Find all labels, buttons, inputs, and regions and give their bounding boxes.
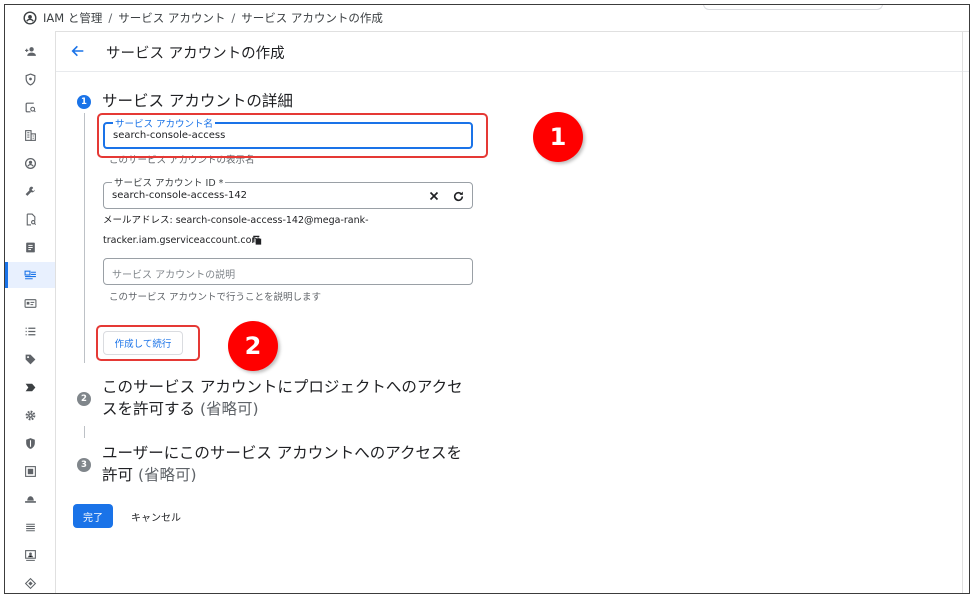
service-account-description-hint: このサービス アカウントで行うことを説明します xyxy=(109,292,322,303)
sidebar-item-shield[interactable] xyxy=(5,66,55,92)
building-icon xyxy=(24,129,36,141)
sidebar-item-search-account[interactable] xyxy=(5,94,55,120)
step-2-title-text: スを許可する xyxy=(102,400,196,418)
step-connector xyxy=(84,113,85,363)
service-account-description-field[interactable]: サービス アカウントの説明 xyxy=(103,258,473,285)
label-arrow-icon xyxy=(25,383,35,391)
service-account-icon xyxy=(24,270,36,279)
service-account-id-field[interactable]: サービス アカウント ID * search-console-access-14… xyxy=(103,175,473,209)
sidebar-item-settings[interactable] xyxy=(5,402,55,428)
lines-icon xyxy=(25,523,35,531)
sidebar xyxy=(5,31,56,593)
step-2-title[interactable]: このサービス アカウントにプロジェクトへのアクセ スを許可する (省略可) xyxy=(102,376,482,420)
sidebar-item-id-card[interactable] xyxy=(5,290,55,316)
sidebar-item-list[interactable] xyxy=(5,318,55,344)
step-2-title-line-2: スを許可する (省略可) xyxy=(102,398,482,420)
breadcrumb: IAM と管理 / サービス アカウント / サービス アカウントの作成 xyxy=(23,10,383,26)
sidebar-item-wrench[interactable] xyxy=(5,178,55,204)
top-bar: IAM と管理 / サービス アカウント / サービス アカウントの作成 xyxy=(5,5,969,32)
diamond-icon xyxy=(24,577,36,589)
done-button[interactable]: 完了 xyxy=(73,504,113,528)
step-3-optional: (省略可) xyxy=(137,466,197,484)
back-arrow-icon[interactable] xyxy=(70,43,86,59)
sidebar-item-label-arrow[interactable] xyxy=(5,374,55,400)
search-box[interactable] xyxy=(703,5,883,10)
note-icon xyxy=(25,242,35,252)
list-icon xyxy=(25,327,35,335)
person-add-icon xyxy=(24,46,36,56)
sidebar-item-hat[interactable] xyxy=(5,486,55,512)
search-account-icon xyxy=(25,102,36,112)
sidebar-item-account-circle[interactable] xyxy=(5,150,55,176)
breadcrumb-item-create: サービス アカウントの作成 xyxy=(241,11,383,25)
annotation-marker-1: 1 xyxy=(533,112,583,162)
right-scroll-edge xyxy=(962,31,969,593)
sidebar-item-tag[interactable] xyxy=(5,346,55,372)
screen-icon xyxy=(24,465,36,477)
sidebar-item-diamond[interactable] xyxy=(5,570,55,593)
shield-icon xyxy=(25,72,35,86)
step-3-title-line-2: 許可 (省略可) xyxy=(102,464,482,486)
step-3-indicator: 3 xyxy=(77,458,91,472)
sidebar-item-building[interactable] xyxy=(5,122,55,148)
step-2-optional: (省略可) xyxy=(199,400,259,418)
document-search-icon xyxy=(26,213,36,225)
service-account-id-label: サービス アカウント ID * xyxy=(112,175,226,189)
breadcrumb-item-iam[interactable]: IAM と管理 xyxy=(43,10,102,26)
annotation-highlight-1 xyxy=(97,113,488,158)
email-line-2: tracker.iam.gserviceaccount.com xyxy=(103,235,261,246)
copy-email-button[interactable] xyxy=(250,233,264,247)
sidebar-item-person-add[interactable] xyxy=(5,38,55,64)
hat-icon xyxy=(24,495,36,503)
close-icon xyxy=(429,191,439,201)
service-account-id-value: search-console-access-142 xyxy=(112,190,248,201)
gear-icon xyxy=(25,410,35,420)
step-3-title[interactable]: ユーザーにこのサービス アカウントへのアクセスを 許可 (省略可) xyxy=(102,442,482,486)
page-title: サービス アカウントの作成 xyxy=(106,46,285,62)
sidebar-item-note[interactable] xyxy=(5,234,55,260)
sidebar-item-security[interactable] xyxy=(5,430,55,456)
step-2-indicator: 2 xyxy=(77,392,91,406)
presentation-icon xyxy=(24,549,36,561)
account-circle-icon xyxy=(24,157,36,169)
id-card-icon xyxy=(24,298,36,308)
wrench-icon xyxy=(25,186,35,196)
sidebar-item-screen[interactable] xyxy=(5,458,55,484)
breadcrumb-item-service-accounts[interactable]: サービス アカウント xyxy=(118,10,225,26)
step-1-title[interactable]: サービス アカウントの詳細 xyxy=(102,90,293,112)
clear-id-button[interactable] xyxy=(426,188,442,204)
copy-icon xyxy=(252,235,261,245)
page-header: サービス アカウントの作成 xyxy=(56,31,969,72)
breadcrumb-separator: / xyxy=(108,11,113,25)
sidebar-item-lines[interactable] xyxy=(5,514,55,540)
step-connector xyxy=(84,426,85,438)
annotation-highlight-2 xyxy=(96,325,200,361)
sidebar-item-service-accounts[interactable] xyxy=(5,262,55,288)
cancel-button[interactable]: キャンセル xyxy=(131,509,181,524)
tag-icon xyxy=(25,354,35,364)
step-2-title-line-1: このサービス アカウントにプロジェクトへのアクセ xyxy=(102,378,463,396)
breadcrumb-separator: / xyxy=(231,11,236,25)
sidebar-item-document-search[interactable] xyxy=(5,206,55,232)
step-3-title-line-1: ユーザーにこのサービス アカウントへのアクセスを xyxy=(102,444,463,462)
app-frame: IAM と管理 / サービス アカウント / サービス アカウントの作成 サービ… xyxy=(4,4,970,594)
annotation-marker-2: 2 xyxy=(228,321,278,371)
security-icon xyxy=(25,437,35,449)
sidebar-item-presentation[interactable] xyxy=(5,542,55,568)
service-account-description-placeholder: サービス アカウントの説明 xyxy=(112,270,236,281)
regenerate-id-button[interactable] xyxy=(450,188,466,204)
iam-shield-icon xyxy=(23,11,37,25)
step-1-indicator: 1 xyxy=(77,95,91,109)
email-line-1: メールアドレス: search-console-access-142@mega-… xyxy=(103,215,369,226)
step-3-title-text: 許可 xyxy=(102,466,134,484)
refresh-icon xyxy=(453,191,463,201)
